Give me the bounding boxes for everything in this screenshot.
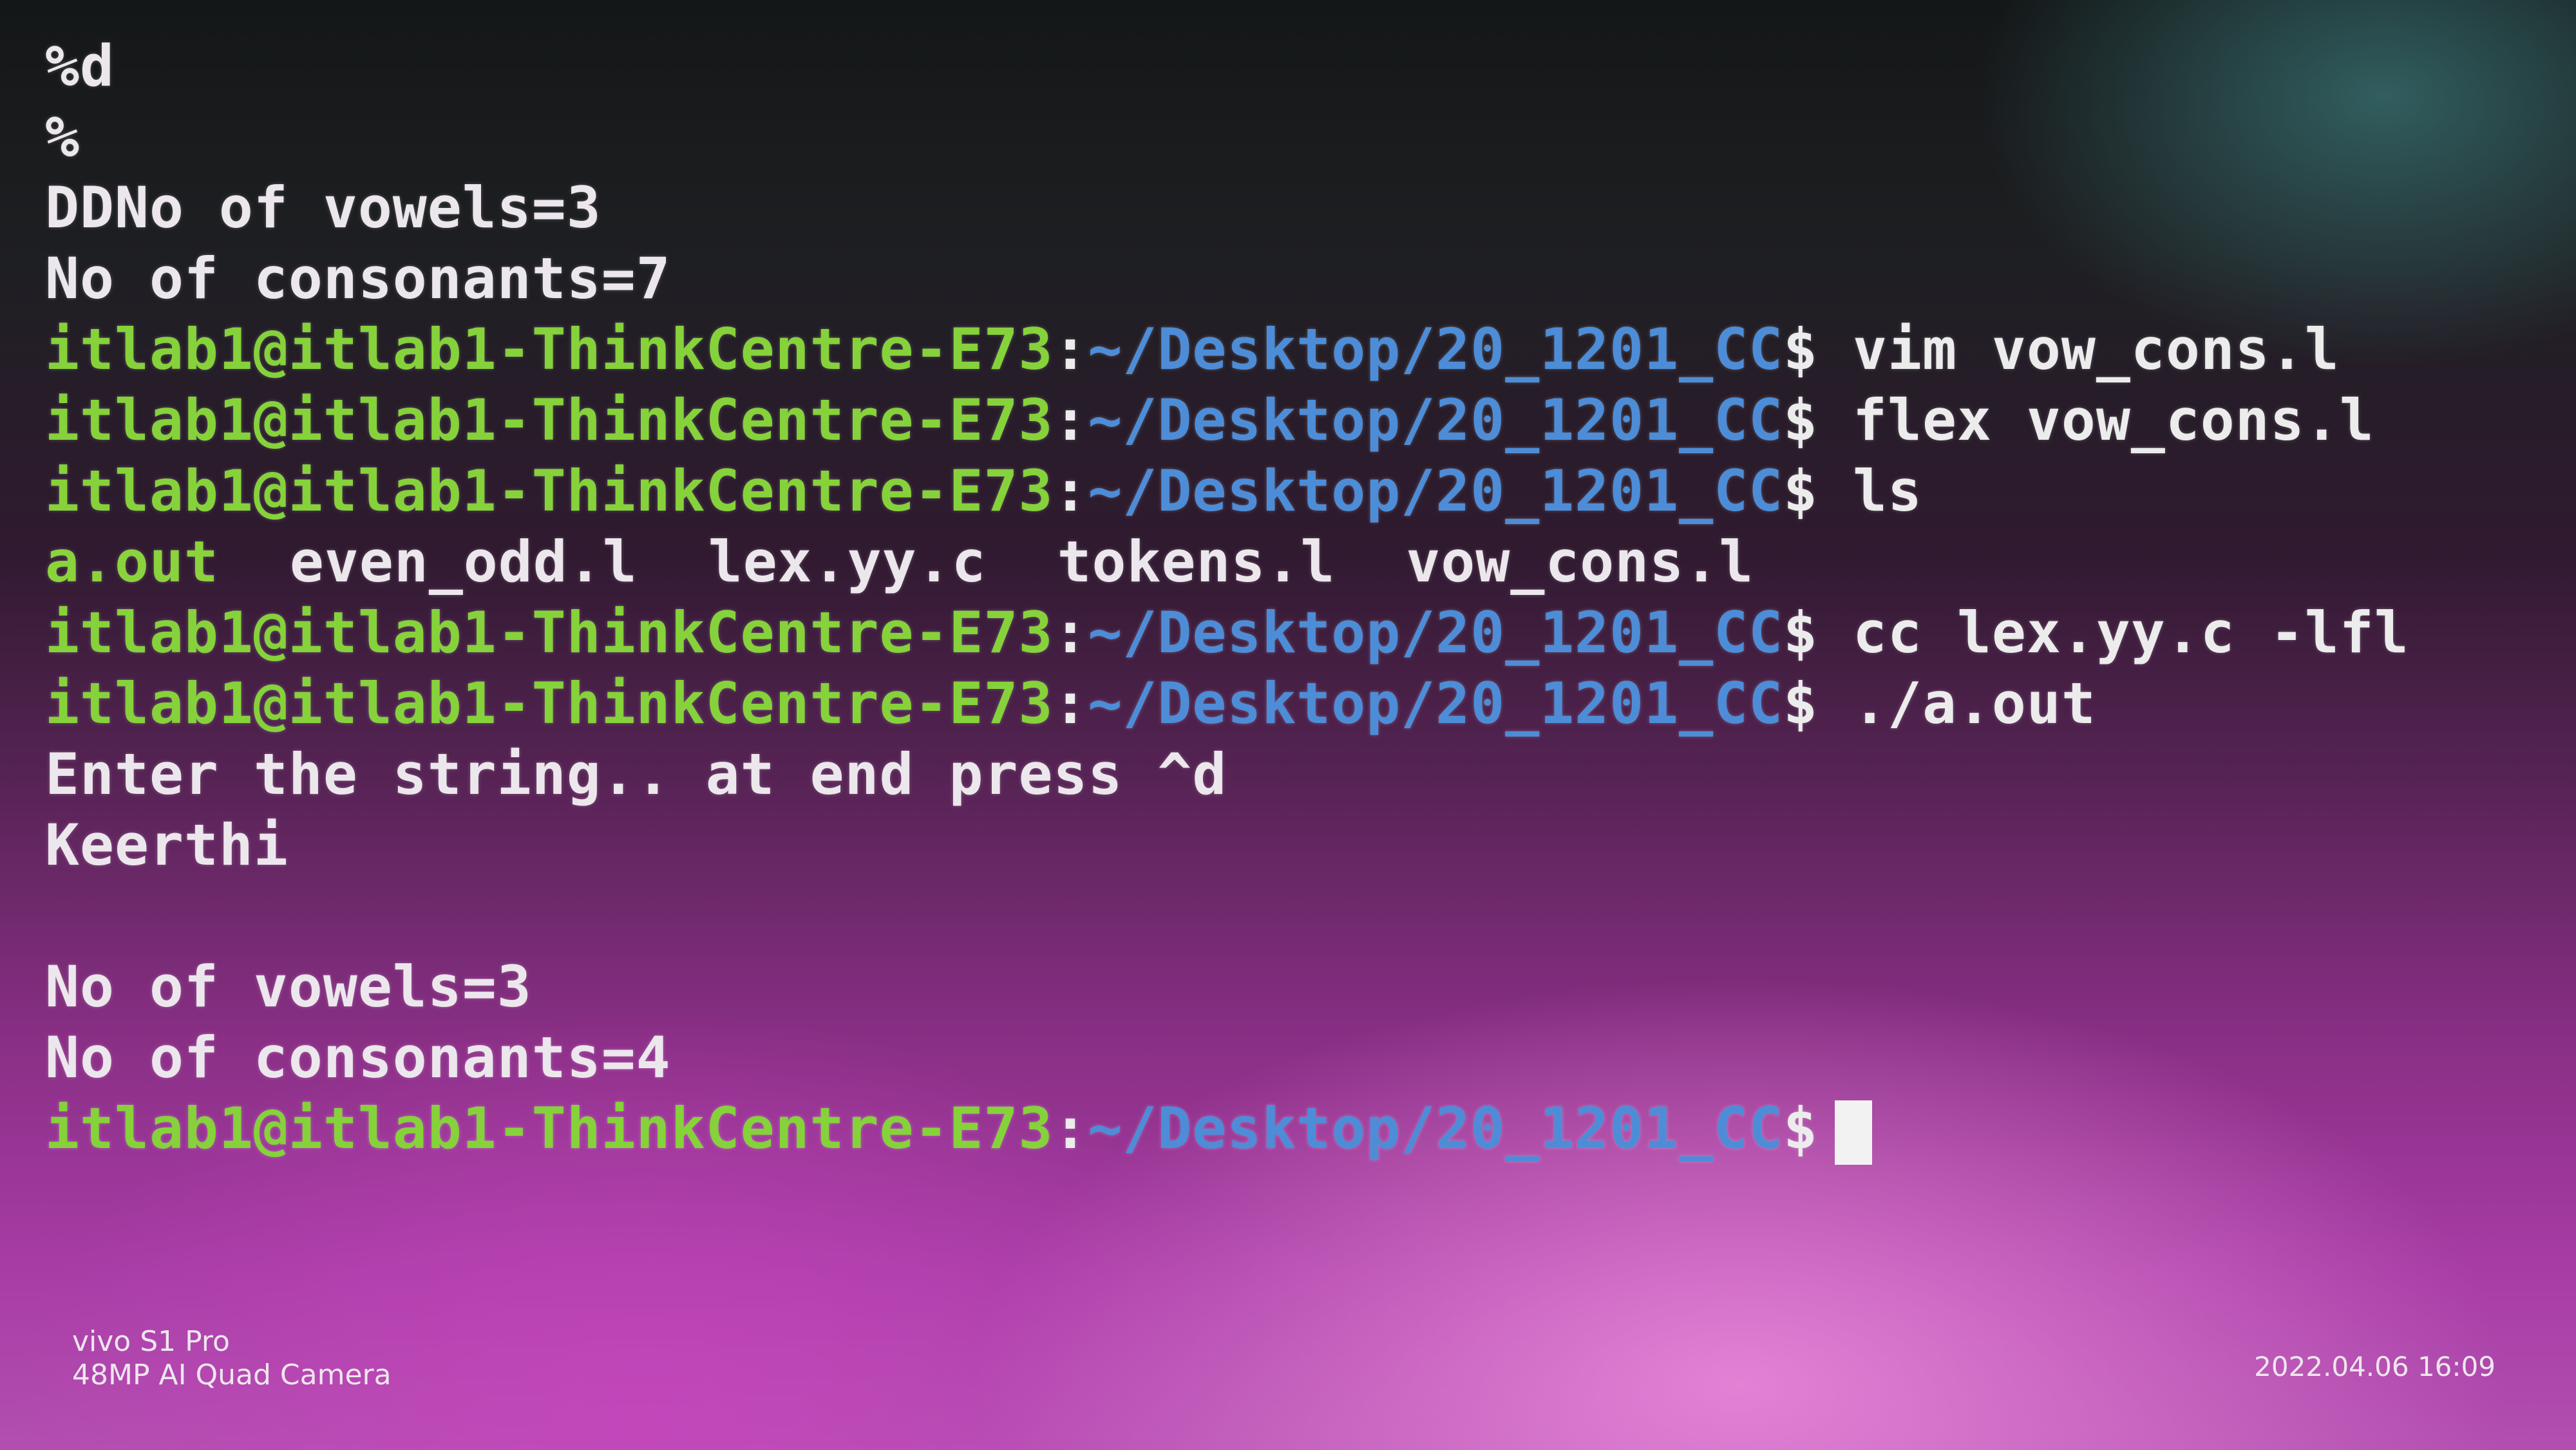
camera-watermark: vivo S1 Pro 48MP AI Quad Camera bbox=[72, 1325, 392, 1392]
ls-file: vow_cons.l bbox=[1406, 529, 1754, 595]
prompt-line: itlab1@itlab1-ThinkCentre-E73:~/Desktop/… bbox=[45, 314, 2544, 385]
output-line: No of consonants=7 bbox=[45, 245, 671, 312]
device-name: vivo S1 Pro bbox=[72, 1325, 230, 1358]
prompt-dollar: $ bbox=[1783, 387, 1819, 453]
ls-file: lex.yy.c bbox=[708, 529, 987, 595]
prompt-separator: : bbox=[1053, 387, 1088, 453]
prompt-separator: : bbox=[1053, 316, 1088, 382]
prompt-path: ~/Desktop/20_1201_CC bbox=[1088, 316, 1784, 382]
camera-model: 48MP AI Quad Camera bbox=[72, 1359, 392, 1391]
output-line: DDNo of vowels=3 bbox=[45, 174, 601, 241]
prompt-user: itlab1@itlab1-ThinkCentre-E73 bbox=[45, 458, 1054, 524]
command-text: flex vow_cons.l bbox=[1818, 387, 2374, 453]
ls-file-executable: a.out bbox=[45, 529, 219, 595]
prompt-line: itlab1@itlab1-ThinkCentre-E73:~/Desktop/… bbox=[45, 668, 2544, 739]
output-line: % bbox=[45, 104, 80, 170]
prompt-line: itlab1@itlab1-ThinkCentre-E73:~/Desktop/… bbox=[45, 598, 2544, 668]
prompt-path: ~/Desktop/20_1201_CC bbox=[1088, 599, 1784, 666]
prompt-dollar: $ bbox=[1783, 670, 1819, 737]
prompt-separator: : bbox=[1053, 599, 1088, 666]
output-line: No of vowels=3 bbox=[45, 954, 532, 1020]
command-text: ./a.out bbox=[1818, 670, 2096, 737]
prompt-path: ~/Desktop/20_1201_CC bbox=[1088, 387, 1784, 453]
prompt-path: ~/Desktop/20_1201_CC bbox=[1088, 1095, 1784, 1162]
command-text: ls bbox=[1818, 458, 1922, 524]
output-line: %d bbox=[45, 33, 115, 99]
terminal-window[interactable]: %d % DDNo of vowels=3 No of consonants=7… bbox=[45, 31, 2544, 1216]
prompt-separator: : bbox=[1053, 670, 1088, 737]
prompt-dollar: $ bbox=[1783, 316, 1819, 382]
prompt-dollar: $ bbox=[1783, 599, 1819, 666]
output-line: No of consonants=4 bbox=[45, 1024, 671, 1091]
command-text: cc lex.yy.c -lfl bbox=[1818, 599, 2409, 666]
prompt-separator: : bbox=[1053, 458, 1088, 524]
prompt-user: itlab1@itlab1-ThinkCentre-E73 bbox=[45, 670, 1054, 737]
photo-timestamp: 2022.04.06 16:09 bbox=[2254, 1351, 2496, 1382]
prompt-line: itlab1@itlab1-ThinkCentre-E73:~/Desktop/… bbox=[45, 456, 2544, 527]
input-echo-line: Keerthi bbox=[45, 812, 289, 878]
prompt-separator: : bbox=[1053, 1095, 1088, 1162]
ls-file: even_odd.l bbox=[289, 529, 638, 595]
output-line: Enter the string.. at end press ^d bbox=[45, 741, 1227, 807]
ls-file: tokens.l bbox=[1057, 529, 1336, 595]
prompt-user: itlab1@itlab1-ThinkCentre-E73 bbox=[45, 1095, 1054, 1162]
prompt-user: itlab1@itlab1-ThinkCentre-E73 bbox=[45, 599, 1054, 666]
prompt-dollar: $ bbox=[1783, 458, 1819, 524]
prompt-user: itlab1@itlab1-ThinkCentre-E73 bbox=[45, 316, 1054, 382]
prompt-path: ~/Desktop/20_1201_CC bbox=[1088, 670, 1784, 737]
prompt-dollar: $ bbox=[1783, 1095, 1819, 1162]
active-prompt-line[interactable]: itlab1@itlab1-ThinkCentre-E73:~/Desktop/… bbox=[45, 1093, 2544, 1165]
prompt-path: ~/Desktop/20_1201_CC bbox=[1088, 458, 1784, 524]
prompt-line: itlab1@itlab1-ThinkCentre-E73:~/Desktop/… bbox=[45, 385, 2544, 456]
text-cursor[interactable] bbox=[1835, 1100, 1873, 1165]
ls-output-line: a.out even_odd.l lex.yy.c tokens.l vow_cons.… bbox=[45, 527, 2544, 598]
prompt-user: itlab1@itlab1-ThinkCentre-E73 bbox=[45, 387, 1054, 453]
command-text: vim vow_cons.l bbox=[1818, 316, 2340, 382]
